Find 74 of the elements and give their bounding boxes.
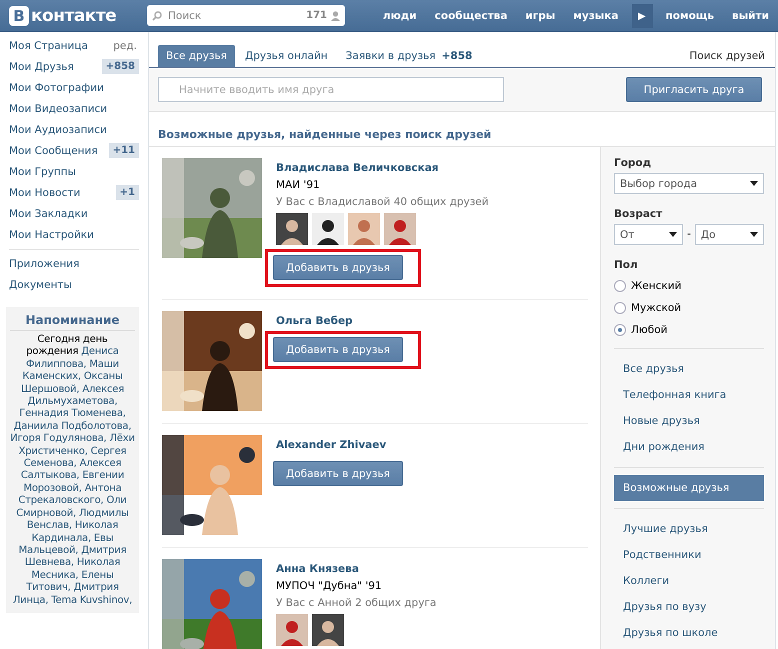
radio-button[interactable] — [614, 324, 626, 336]
radio-button[interactable] — [614, 302, 626, 314]
friends-menu-item[interactable]: Родственники — [614, 542, 764, 568]
filter-label: Город — [614, 157, 652, 169]
count-badge: +11 — [108, 143, 139, 158]
reminder-title: Напоминание — [10, 313, 135, 331]
mutual-friends-text: У Вас с Анной 2 общих друга — [276, 597, 436, 609]
add-friend-button[interactable]: Добавить в друзья — [273, 255, 403, 280]
nav-link[interactable]: музыка — [564, 10, 628, 22]
sidebar-item[interactable]: Мои Друзья — [9, 60, 74, 72]
filter-label: Пол — [614, 259, 639, 271]
nav-link[interactable]: выйти — [723, 10, 778, 22]
friends-menu-item[interactable]: Коллеги — [614, 568, 764, 594]
friends-menu-item[interactable]: Возможные друзья — [614, 475, 764, 501]
radio-label[interactable]: Женский — [631, 280, 682, 292]
play-button[interactable]: ▶ — [632, 4, 653, 28]
friends-menu-item[interactable]: Лучшие друзья — [614, 516, 764, 542]
sidebar-item[interactable]: Мои Группы — [9, 166, 76, 178]
sidebar-item[interactable]: Мои Фотографии — [9, 82, 104, 94]
sidebar-item[interactable]: Мои Сообщения — [9, 144, 98, 156]
nav-link[interactable]: игры — [516, 10, 564, 22]
sidebar-item[interactable]: Мои Закладки — [9, 208, 88, 220]
sidebar-item[interactable]: Мои Новости — [9, 186, 80, 198]
friends-menu-item[interactable]: Все друзья — [614, 356, 764, 382]
nav-link[interactable]: помощь — [656, 10, 724, 22]
friend-search-field[interactable]: Начните вводить имя друга — [158, 77, 504, 102]
tab[interactable]: Все друзья — [158, 45, 236, 67]
add-friend-button[interactable]: Добавить в друзья — [273, 461, 403, 486]
tab[interactable]: Друзья онлайн — [237, 45, 336, 67]
friends-menu-item[interactable]: Друзья по вузу — [614, 594, 764, 620]
age-to-select[interactable]: До — [694, 224, 764, 245]
school-text: МУПОЧ "Дубна" '91 — [276, 580, 382, 592]
invite-button[interactable]: Пригласить друга — [626, 77, 762, 102]
friend-name[interactable]: Ольга Вебер — [276, 315, 353, 327]
person-icon — [331, 10, 340, 20]
radio-label[interactable]: Любой — [631, 324, 668, 336]
sidebar-item[interactable]: Мои Видеозаписи — [9, 102, 108, 114]
friends-menu-item[interactable]: Друзья по школе — [614, 620, 764, 646]
friends-menu-item[interactable]: Телефонная книга — [614, 382, 764, 408]
logo-mark[interactable]: В — [9, 6, 29, 26]
range-dash: - — [687, 227, 691, 242]
friend-name[interactable]: Владислава Величковская — [276, 162, 439, 174]
age-from-select[interactable]: От — [614, 224, 684, 245]
radio-label[interactable]: Мужской — [631, 302, 682, 314]
dropdown-caret-icon — [669, 232, 678, 237]
sidebar-item[interactable]: Приложения — [9, 258, 80, 270]
tab[interactable]: Заявки в друзья +858 — [338, 45, 480, 67]
mutual-friends-text: У Вас с Владиславой 40 общих друзей — [276, 196, 489, 208]
dropdown-caret-icon — [750, 181, 758, 186]
filter-label: Возраст — [614, 208, 664, 220]
nav-link[interactable]: сообщества — [426, 10, 516, 22]
friend-name[interactable]: Анна Князева — [276, 563, 359, 575]
nav-link[interactable]: люди — [374, 10, 426, 22]
radio-button[interactable] — [614, 280, 626, 292]
dropdown-caret-icon — [750, 232, 758, 237]
logo-text[interactable]: контакте — [31, 6, 116, 26]
online-count: 171 — [306, 10, 327, 21]
find-friends-link[interactable]: Поиск друзей — [689, 45, 765, 67]
friends-menu-item[interactable]: Новые друзья — [614, 408, 764, 434]
sidebar-item[interactable]: Мои Аудиозаписи — [9, 124, 107, 136]
count-badge: +1 — [116, 185, 139, 200]
count-badge: +858 — [102, 59, 139, 74]
friends-menu-item[interactable]: Дни рождения — [614, 434, 764, 460]
sidebar-item[interactable]: Мои Настройки — [9, 228, 94, 240]
search-icon — [152, 10, 162, 20]
edit-link[interactable]: ред. — [113, 40, 139, 52]
school-text: МАИ '91 — [276, 179, 320, 191]
search-field[interactable]: Поиск 171 — [147, 5, 345, 26]
birthday-reminder-text: Сегодня день рождения Дениса Филиппова, Маши Каменских, Оксаны Шершовой, Алексея Дильмухаметова, Геннадия Тюменева, Даниила Подболотова, Игоря Годулянова, Лёхи Христиченко, Сергея Семенова, Алексея Салтыкова, Евгении Морозовой, Антона Стрекаловского, Оли Смирновой, Людмилы Венслав, Николая Кардинала, Евы Мальцевой, Дмитрия Шевнева, Николая Месника, Елены Титович, Дмитрия Линца, Tema Kuvshinov, — [10, 334, 135, 607]
sidebar-item[interactable]: Моя Страница — [9, 40, 88, 52]
add-friend-button[interactable]: Добавить в друзья — [273, 337, 403, 362]
sidebar-item[interactable]: Документы — [9, 278, 72, 290]
city-select[interactable]: Выбор города — [614, 173, 764, 194]
friend-name[interactable]: Alexander Zhivaev — [276, 439, 386, 451]
